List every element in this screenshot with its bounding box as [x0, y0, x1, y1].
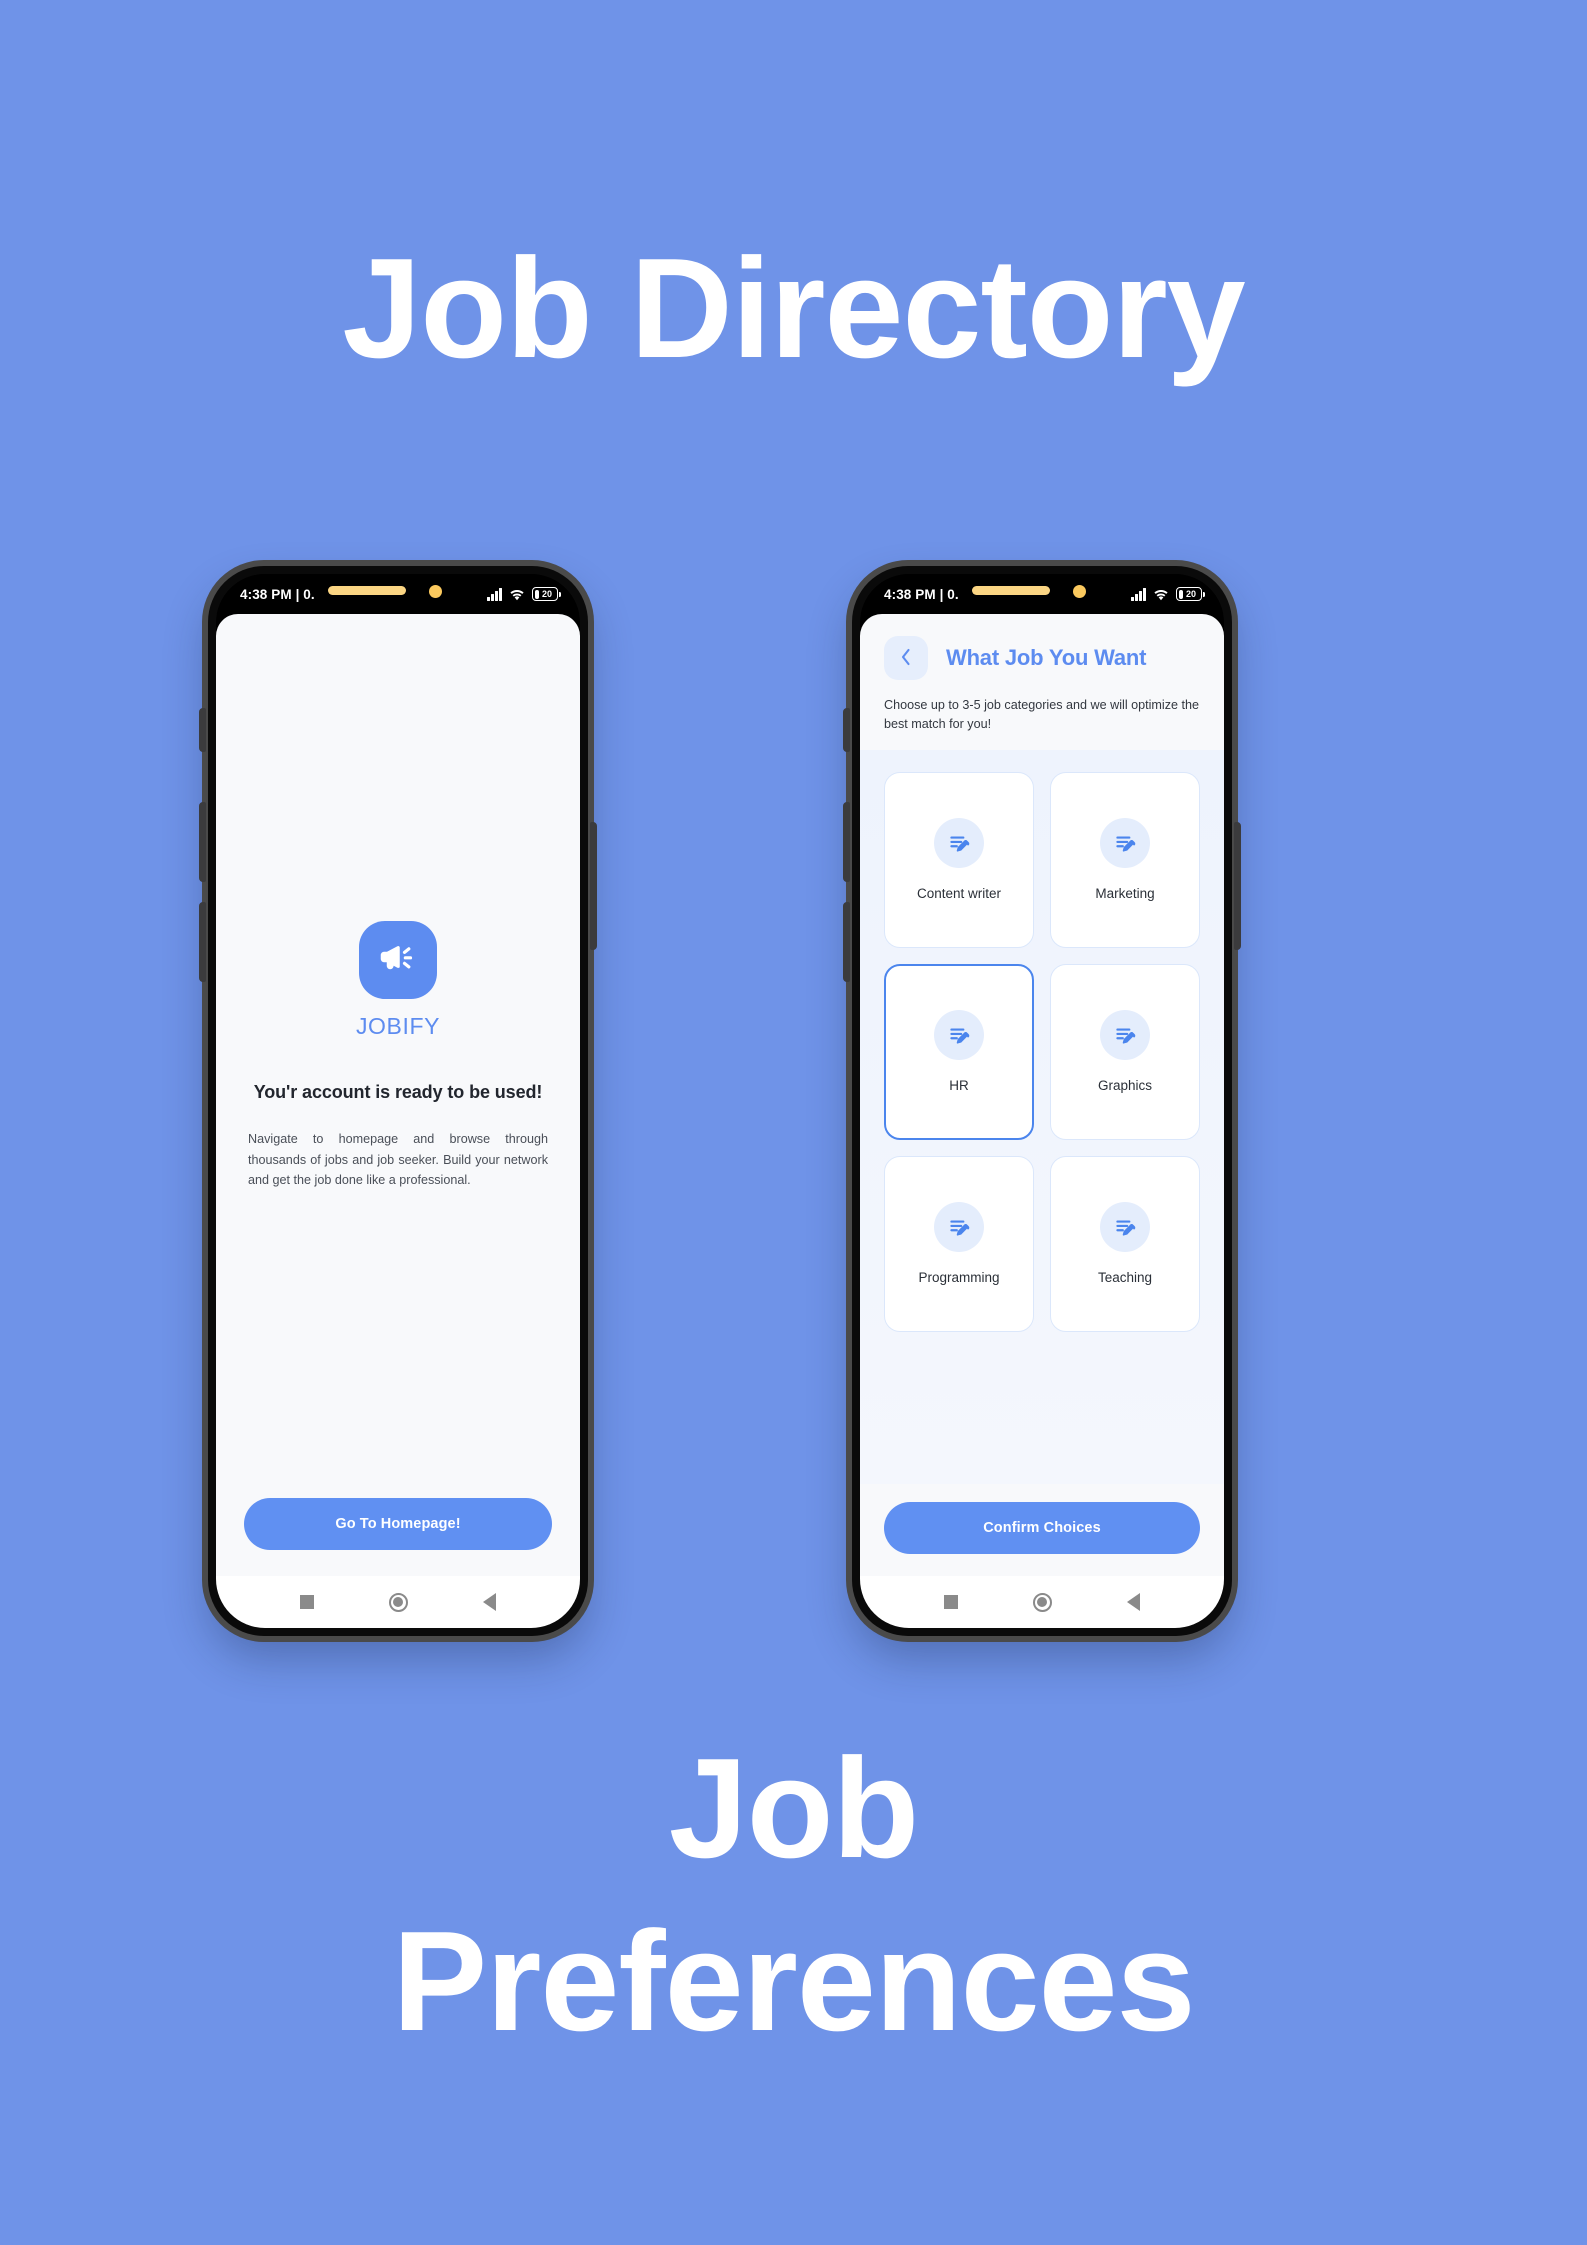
app-content-right: What Job You Want Choose up to 3-5 job c… [860, 614, 1224, 1576]
android-nav-bar-left [216, 1576, 580, 1628]
category-label: HR [949, 1078, 969, 1094]
battery-level-label: 20 [541, 588, 552, 599]
android-nav-bar-right [860, 1576, 1224, 1628]
document-edit-icon [1100, 818, 1150, 869]
phone-screen-left: 4:38 PM | 0. 20 JOBIFY You'r account is … [216, 574, 580, 1628]
account-ready-body: JOBIFY You'r account is ready to be used… [216, 614, 580, 1498]
category-card-marketing[interactable]: Marketing [1050, 771, 1200, 948]
jobify-logo-tile [359, 921, 437, 1000]
home-circle-icon[interactable] [1032, 1592, 1052, 1612]
wifi-icon [509, 588, 525, 601]
status-clock: 4:38 PM | 0. [884, 586, 959, 602]
megaphone-icon [378, 938, 418, 983]
category-grid: Content writer Marketing HR Graphics Program… [884, 771, 1200, 1332]
confirm-choices-button[interactable]: Confirm Choices [884, 1502, 1200, 1554]
homepage-cta-container: Go To Homepage! [216, 1498, 580, 1576]
earpiece-speaker-icon [328, 586, 406, 595]
poster-subtitle-line-1: Preferences [392, 1902, 1195, 2062]
chevron-left-icon [899, 647, 913, 670]
front-camera-icon [429, 585, 442, 598]
page-title: What Job You Want [946, 645, 1147, 670]
brand-name: JOBIFY [355, 1013, 441, 1040]
category-card-programming[interactable]: Programming [884, 1155, 1034, 1332]
phone-side-button-volume-up [199, 802, 206, 882]
earpiece-speaker-icon [972, 586, 1050, 595]
battery-level-label: 20 [1185, 588, 1196, 599]
document-edit-icon [1100, 1010, 1150, 1061]
category-label: Content writer [916, 886, 1002, 902]
phone-side-button-mute [843, 708, 850, 752]
status-bar: 4:38 PM | 0. 20 [860, 574, 1224, 614]
phone-side-button-power [1234, 822, 1241, 950]
phone-mockup-left: 4:38 PM | 0. 20 JOBIFY You'r account is … [199, 566, 597, 1636]
phone-screen-right: 4:38 PM | 0. 20 What Job You Want Choose… [860, 574, 1224, 1628]
category-card-hr[interactable]: HR [884, 963, 1034, 1140]
poster-title: Job Directory [342, 229, 1245, 388]
document-edit-icon [934, 1010, 984, 1061]
account-ready-headline: You'r account is ready to be used! [253, 1082, 543, 1103]
phone-side-button-volume-down [199, 902, 206, 982]
phone-side-button-volume-down [843, 902, 850, 982]
phone-mockup-right: 4:38 PM | 0. 20 What Job You Want Choose… [843, 566, 1241, 1636]
signal-icon [487, 587, 502, 601]
app-content-left: JOBIFY You'r account is ready to be used… [216, 614, 580, 1576]
job-picker-header: What Job You Want Choose up to 3-5 job c… [860, 614, 1224, 734]
category-card-content-writer[interactable]: Content writer [884, 771, 1034, 948]
phone-side-button-volume-up [843, 802, 850, 882]
status-bar: 4:38 PM | 0. 20 [216, 574, 580, 614]
document-edit-icon [934, 818, 984, 869]
poster-subtitle-line-0: Job [668, 1729, 919, 1888]
back-triangle-icon[interactable] [483, 1593, 497, 1611]
category-scroll-area[interactable]: Content writer Marketing HR Graphics Program… [860, 749, 1224, 1484]
recents-square-icon[interactable] [299, 1595, 314, 1609]
category-label: Marketing [1095, 886, 1155, 902]
category-card-teaching[interactable]: Teaching [1050, 1155, 1200, 1332]
battery-icon: 20 [1176, 587, 1206, 601]
category-label: Teaching [1097, 1270, 1153, 1286]
category-label: Graphics [1097, 1078, 1153, 1094]
category-card-graphics[interactable]: Graphics [1050, 963, 1200, 1140]
wifi-icon [1153, 588, 1169, 601]
account-ready-paragraph: Navigate to homepage and browse through … [248, 1132, 548, 1188]
back-triangle-icon[interactable] [1127, 1593, 1141, 1611]
go-to-homepage-button[interactable]: Go To Homepage! [244, 1498, 552, 1550]
battery-icon: 20 [532, 587, 562, 601]
front-camera-icon [1073, 585, 1086, 598]
back-button[interactable] [884, 636, 928, 680]
document-edit-icon [934, 1202, 984, 1253]
home-circle-icon[interactable] [388, 1592, 408, 1612]
page-subtitle: Choose up to 3-5 job categories and we w… [884, 698, 1200, 731]
category-label: Programming [918, 1270, 1000, 1286]
recents-square-icon[interactable] [943, 1595, 958, 1609]
document-edit-icon [1100, 1202, 1150, 1253]
confirm-cta-container: Confirm Choices [860, 1484, 1224, 1576]
status-clock: 4:38 PM | 0. [240, 586, 315, 602]
phone-side-button-power [590, 822, 597, 950]
phone-side-button-mute [199, 708, 206, 752]
poster-subtitle: Job Preferences [0, 1722, 1587, 2068]
signal-icon [1131, 587, 1146, 601]
